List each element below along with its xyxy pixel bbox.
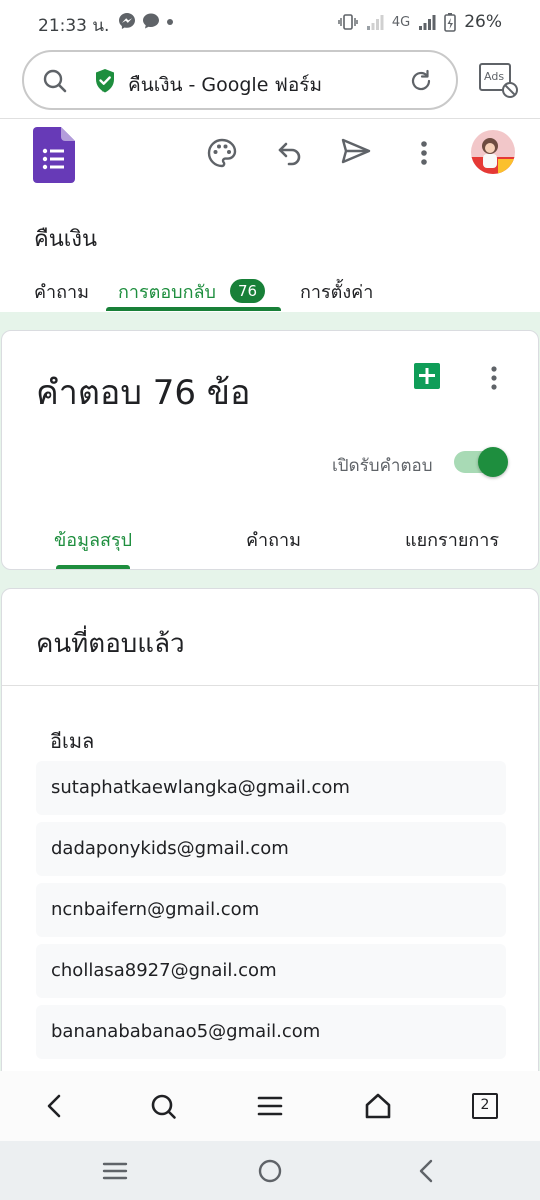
subtab-individual-label: แยกรายการ (405, 530, 500, 551)
palette-icon[interactable] (206, 137, 238, 169)
tab-settings[interactable]: การตั้งค่า (300, 277, 373, 306)
accepting-responses-label: เปิดรับคำตอบ (332, 456, 433, 476)
responses-count-badge: 76 (229, 279, 266, 303)
browser-toolbar: คืนเงิน - Google ฟอร์ม Ads (0, 46, 540, 118)
list-item[interactable]: bananababanao5@gmail.com (36, 1005, 506, 1059)
system-home-icon[interactable] (255, 1157, 285, 1185)
subtab-summary[interactable]: ข้อมูลสรุป (54, 525, 132, 554)
responses-more-icon[interactable] (488, 365, 500, 393)
tab-responses-label: การตอบกลับ (118, 282, 216, 303)
tab-settings-label: การตั้งค่า (300, 282, 374, 303)
status-right-icons: 4G 26% (338, 12, 502, 32)
responses-heading: คำตอบ 76 ข้อ (36, 373, 251, 413)
notification-icons (118, 12, 174, 30)
system-back-icon[interactable] (412, 1157, 442, 1185)
card-divider (2, 685, 538, 686)
active-tab-indicator (106, 307, 281, 311)
back-icon[interactable] (40, 1091, 70, 1121)
subtab-question-label: คำถาม (246, 530, 302, 551)
more-notifications-dot-icon (167, 19, 173, 25)
responses-summary-card: คำตอบ 76 ข้อ เปิดรับคำตอบ ข้อมูลสรุป คำถ… (1, 330, 539, 570)
list-item[interactable]: chollasa8927@gnail.com (36, 944, 506, 998)
form-tabs: คำถาม การตอบกลับ 76 การตั้งค่า (0, 271, 540, 313)
ads-label: Ads (484, 70, 505, 83)
tab-questions-label: คำถาม (34, 282, 90, 303)
respondents-heading: คนที่ตอบแล้ว (36, 629, 185, 659)
undo-icon[interactable] (276, 139, 304, 167)
tab-responses[interactable]: การตอบกลับ 76 (118, 277, 266, 306)
list-item[interactable]: dadaponykids@gmail.com (36, 822, 506, 876)
ad-block-button[interactable]: Ads (478, 60, 520, 100)
more-vert-icon[interactable] (418, 139, 430, 167)
battery-charging-icon (444, 13, 457, 32)
search-icon[interactable] (148, 1091, 178, 1121)
chat-bubble-icon (143, 13, 159, 29)
account-avatar[interactable] (470, 129, 516, 175)
menu-icon[interactable] (255, 1091, 285, 1121)
recent-apps-icon[interactable] (100, 1157, 130, 1185)
address-bar[interactable]: คืนเงิน - Google ฟอร์ม (22, 50, 458, 110)
reload-icon[interactable] (408, 68, 434, 94)
list-item[interactable]: ncnbaifern@gmail.com (36, 883, 506, 937)
vibrate-icon (338, 14, 358, 30)
send-icon[interactable] (340, 137, 372, 165)
subtab-question[interactable]: คำถาม (246, 525, 301, 554)
tabs-button[interactable]: 2 (472, 1093, 498, 1119)
battery-percent: 26% (464, 12, 502, 32)
messenger-icon (119, 13, 135, 29)
search-icon[interactable] (42, 68, 68, 94)
status-time: 21:33 น. (38, 16, 110, 36)
signal-icon (419, 15, 436, 30)
list-item[interactable]: sutaphatkaewlangka@gmail.com (36, 761, 506, 815)
signal-weak-icon (366, 15, 384, 30)
subtab-individual[interactable]: แยกรายการ (405, 525, 499, 554)
url-text[interactable]: คืนเงิน - Google ฟอร์ม (128, 70, 322, 100)
system-nav-bar (0, 1141, 540, 1200)
forms-header: คืนเงิน คำถาม การตอบกลับ 76 การตั้งค่า (0, 118, 540, 312)
shield-check-icon (96, 69, 114, 93)
status-bar: 21:33 น. 4G 26% (0, 0, 540, 46)
google-sheets-icon[interactable] (414, 363, 440, 389)
active-subtab-indicator (56, 565, 130, 569)
toggle-knob[interactable] (478, 447, 508, 477)
browser-bottom-bar: 2 (0, 1071, 540, 1141)
email-list: sutaphatkaewlangka@gmail.com dadaponykid… (36, 761, 506, 1066)
subtab-summary-label: ข้อมูลสรุป (54, 530, 133, 551)
network-type: 4G (391, 14, 411, 30)
home-icon[interactable] (363, 1091, 393, 1121)
google-forms-logo-icon[interactable] (33, 127, 75, 183)
email-column-label: อีเมล (50, 729, 95, 753)
form-title: คืนเงิน (34, 227, 98, 252)
tab-questions[interactable]: คำถาม (34, 277, 89, 306)
